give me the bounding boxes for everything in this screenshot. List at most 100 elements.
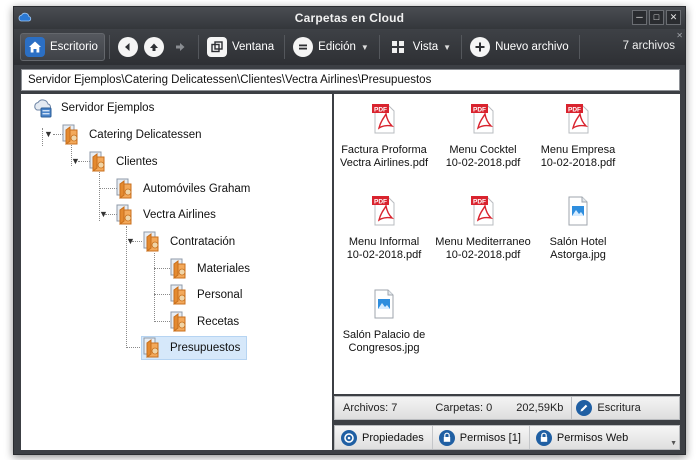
window-icon [206,37,227,57]
navigation-group [114,37,194,57]
toolbar-divider [197,35,199,59]
lock-icon [535,429,552,446]
window-menu-button[interactable]: Ventana [203,33,280,61]
view-menu-button[interactable]: Vista ▼ [384,33,457,61]
file-item[interactable]: PDF Menu Mediterraneo 10-02-2018.pdf [435,194,531,262]
total-size-status: 202,59Kb [516,402,564,414]
tree-item-label: Personal [197,289,243,301]
home-label: Escritorio [50,41,98,53]
folder-doc-icon [170,311,186,332]
pdf-badge: PDF [568,107,581,114]
file-name-line2: Congresos.jpg [348,342,420,354]
pdf-badge: PDF [473,199,486,206]
write-mode-button[interactable]: Escritura [571,397,648,419]
collapse-icon[interactable]: ▼ [99,209,108,219]
file-name-line1: Menu Mediterraneo [435,236,531,248]
pdf-badge: PDF [374,199,387,206]
folder-doc-icon [170,258,186,279]
tree-connector [154,321,170,322]
pdf-file-icon: PDF [566,104,589,134]
window-menu-label: Ventana [231,41,275,53]
grid-icon [388,37,408,57]
path-bar[interactable]: Servidor Ejemplos\Catering Delicatessen\… [21,69,680,91]
folder-doc-icon [143,231,159,252]
file-name-line2: Vectra Airlines.pdf [339,157,429,169]
tree-item-label: Presupuestos [170,342,241,354]
properties-button[interactable]: Propiedades [335,426,432,449]
tree-item-catering-delicatessen[interactable]: Catering Delicatessen [61,123,202,147]
file-item[interactable]: Salón Palacio de Congresos.jpg [336,287,432,355]
toolbar-divider [578,35,580,59]
folder-doc-icon [116,204,132,225]
toolbar-divider [108,35,110,59]
pdf-badge: PDF [473,107,486,114]
file-grid: PDF Factura Proforma Vectra Airlines.pdf… [334,94,680,394]
tree-item-presupuestos[interactable]: Presupuestos [141,336,248,360]
file-name-line1: Menu Empresa [540,144,616,156]
maximize-icon[interactable]: □ [649,10,664,25]
view-menu-label: Vista [412,41,439,53]
file-name-line1: Menu Informal [348,236,420,248]
toolbar-divider [461,35,463,59]
plus-icon [470,37,491,57]
forward-icon[interactable] [170,37,190,57]
edit-menu-label: Edición [318,41,356,53]
title-bar: Carpetas en Cloud ─ □ ✕ [14,7,685,29]
tree-item-label: Servidor Ejemplos [61,102,155,114]
file-item[interactable]: Salón Hotel Astorga.jpg [530,194,626,262]
actions-bar: Propiedades Permisos [1] Permisos Web ▼ [334,425,680,450]
close-toolbar-icon[interactable]: ✕ [676,31,683,40]
window-controls: ─ □ ✕ [632,10,681,25]
file-item[interactable]: PDF Menu Informal 10-02-2018.pdf [336,194,432,262]
tree-item-automoviles-graham[interactable]: Automóviles Graham [115,177,250,201]
server-cloud-icon [34,99,52,118]
tree-item-servidor-ejemplos[interactable]: Servidor Ejemplos [33,96,154,120]
tree-item-vectra-airlines[interactable]: Vectra Airlines [115,203,216,227]
file-name-line1: Factura Proforma [341,144,427,156]
tree-item-label: Automóviles Graham [143,183,251,195]
file-name-line1: Menu Cocktel [449,144,517,156]
new-file-label: Nuevo archivo [495,41,569,53]
up-icon[interactable] [143,37,164,57]
close-icon[interactable]: ✕ [666,10,681,25]
file-name-line2: 10-02-2018.pdf [445,249,521,261]
tree-connector [42,128,43,146]
file-item[interactable]: PDF Menu Cocktel 10-02-2018.pdf [435,102,531,170]
tree-item-recetas[interactable]: Recetas [169,310,239,334]
collapse-icon[interactable]: ▼ [44,129,53,139]
pdf-file-icon: PDF [372,104,395,134]
tree-connector [154,268,170,269]
app-window: Carpetas en Cloud ─ □ ✕ Escritorio Venta… [13,6,686,455]
web-permissions-button[interactable]: Permisos Web [528,426,636,449]
toolbar-divider [284,35,286,59]
collapse-icon[interactable]: ▼ [71,156,80,166]
folder-tree: ▼ ▼ ▼ ▼ Servidor Ejemplos Catering Delic… [21,94,332,450]
tree-item-personal[interactable]: Personal [169,283,242,307]
edit-menu-button[interactable]: Edición ▼ [289,33,375,61]
tree-item-contratacion[interactable]: Contratación [142,230,235,254]
tree-item-clientes[interactable]: Clientes [88,150,158,174]
image-file-icon [568,196,588,226]
file-name-line1: Salón Hotel [549,236,607,248]
properties-icon [341,429,357,446]
file-name-line1: Salón Palacio de [342,329,426,341]
resize-grip-icon[interactable]: ▼ [670,440,677,447]
tree-item-materiales[interactable]: Materiales [169,257,250,281]
pencil-icon [576,400,593,416]
folder-doc-icon [89,151,105,172]
pdf-badge: PDF [374,107,387,114]
file-item[interactable]: PDF Factura Proforma Vectra Airlines.pdf [336,102,432,170]
new-file-button[interactable]: Nuevo archivo [466,33,575,61]
permissions-label: Permisos [1] [459,431,521,444]
file-count: 7 archivos [622,40,675,52]
back-icon[interactable] [117,37,138,57]
collapse-icon[interactable]: ▼ [126,236,135,246]
tree-connector [126,347,142,348]
write-mode-label: Escritura [597,402,641,414]
chevron-down-icon: ▼ [360,42,369,52]
home-button[interactable]: Escritorio [20,33,105,61]
pdf-file-icon: PDF [471,104,494,134]
permissions-button[interactable]: Permisos [1] [431,426,529,449]
file-item[interactable]: PDF Menu Empresa 10-02-2018.pdf [530,102,626,170]
minimize-icon[interactable]: ─ [632,10,647,25]
